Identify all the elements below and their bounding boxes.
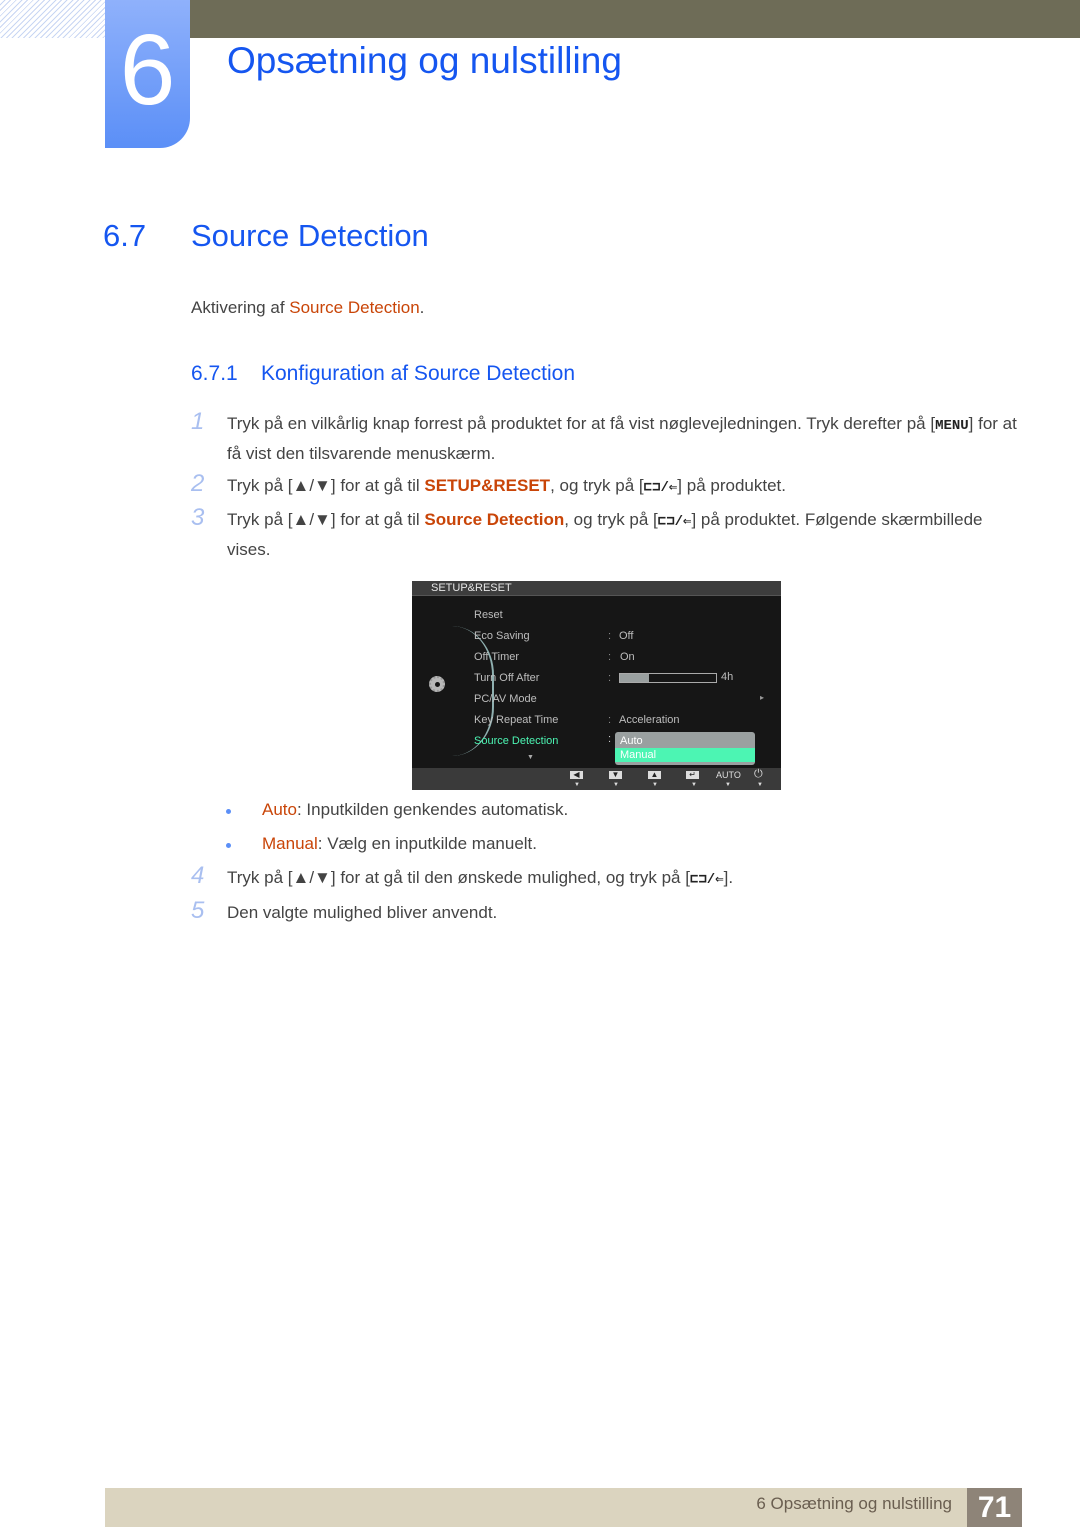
enter-button-icon: ↵ [686,771,699,779]
step-highlight: SETUP&RESET [424,476,551,495]
osd-value-off-timer: On [620,651,635,663]
bullet-dot [226,843,231,848]
step-text: , og tryk på [ [564,510,658,529]
intro-highlight: Source Detection [289,298,420,317]
indicator-icon: ▼ [757,782,763,788]
osd-item-turn-off-after: Turn Off After [474,672,540,684]
osd-colon: : [608,733,612,745]
step-text: , og tryk på [ [550,476,644,495]
osd-menu-screenshot: SETUP&RESET Reset Eco Saving : Off Off T… [412,581,781,790]
auto-button-label: AUTO [716,770,741,780]
chevron-right-icon: ▸ [760,693,765,702]
step-number: 1 [191,408,205,435]
osd-value-key-repeat-time: Acceleration [619,714,680,726]
step-text: ]. [723,868,734,887]
indicator-icon: ▼ [652,782,658,788]
subsection-number: 6.7.1 [191,362,238,385]
chapter-title: Opsætning og nulstilling [227,40,622,81]
intro-text: Aktivering af Source Detection. [191,298,424,318]
osd-colon: : [608,714,612,726]
osd-colon: : [608,651,612,663]
intro-suffix: . [419,298,425,317]
step-number: 4 [191,862,205,889]
down-button-icon: ▼ [609,771,622,779]
step-text: Tryk på [▲/▼] for at gå til den ønskede … [227,868,690,887]
header-bar [190,0,1080,38]
osd-item-reset: Reset [474,609,503,621]
intro-prefix: Aktivering af [191,298,290,317]
source-enter-key-icon: ⊏⊐/⇐ [657,514,692,530]
chapter-number: 6 [119,14,176,126]
dropdown-option-auto: Auto [620,735,643,747]
indicator-icon: ▼ [725,782,731,788]
step-text: Tryk på [▲/▼] for at gå til [227,476,425,495]
step-text: ] på produktet. [677,476,786,495]
scroll-down-icon: ▼ [527,754,534,761]
power-icon: ⏻ [754,768,763,780]
osd-title: SETUP&RESET [412,581,781,596]
source-enter-key-icon: ⊏⊐/⇐ [689,872,724,888]
subsection-title: Konfiguration af Source Detection [261,362,576,385]
progress-fill [620,674,649,682]
source-enter-key-icon: ⊏⊐/⇐ [643,480,678,496]
osd-colon: : [608,630,612,642]
step-text: Tryk på [▲/▼] for at gå til [227,510,425,529]
section-number: 6.7 [103,218,147,253]
bullet-dot [226,809,231,814]
page-number: 71 [967,1488,1022,1527]
indicator-icon: ▼ [691,782,697,788]
osd-colon: : [608,672,612,684]
bullet-label: Manual [262,834,318,853]
dropdown-option-manual: Manual [615,748,755,762]
osd-item-pc-av-mode: PC/AV Mode [474,693,537,705]
osd-value-eco-saving: Off [619,630,634,642]
chapter-badge: 6 [105,0,190,148]
step-text: Den valgte mulighed bliver anvendt. [227,903,498,922]
section-title: Source Detection [191,218,429,253]
gear-icon [429,676,445,692]
bullet-text: : Inputkilden genkendes automatisk. [296,800,569,819]
indicator-icon: ▼ [574,782,580,788]
step-number: 3 [191,504,205,531]
left-button-icon: ◀ [570,771,583,779]
turn-off-after-progress [619,673,717,683]
osd-value-turn-off-after: 4h [721,671,734,683]
footer-chapter-label: 6 Opsætning og nulstilling [756,1494,952,1513]
step-number: 2 [191,470,205,497]
bullet-label: Auto [262,800,297,819]
step-number: 5 [191,897,205,924]
menu-key: MENU [935,418,969,434]
step-highlight: Source Detection [424,510,565,529]
indicator-icon: ▼ [613,782,619,788]
osd-item-off-timer: Off Timer [474,651,520,663]
source-detection-dropdown: Auto Manual [615,732,755,765]
bullet-text: : Vælg en inputkilde manuelt. [317,834,538,853]
header-hatch [0,0,105,38]
step-text: Tryk på en vilkårlig knap forrest på pro… [227,414,936,433]
up-button-icon: ▲ [648,771,661,779]
osd-item-source-detection: Source Detection [474,735,559,747]
osd-item-eco-saving: Eco Saving [474,630,530,642]
osd-item-key-repeat-time: Key Repeat Time [474,714,559,726]
osd-button-bar: ◀ ▼ ▼ ▼ ▲ ▼ ↵ ▼ AUTO ▼ ⏻ ▼ [412,768,781,790]
